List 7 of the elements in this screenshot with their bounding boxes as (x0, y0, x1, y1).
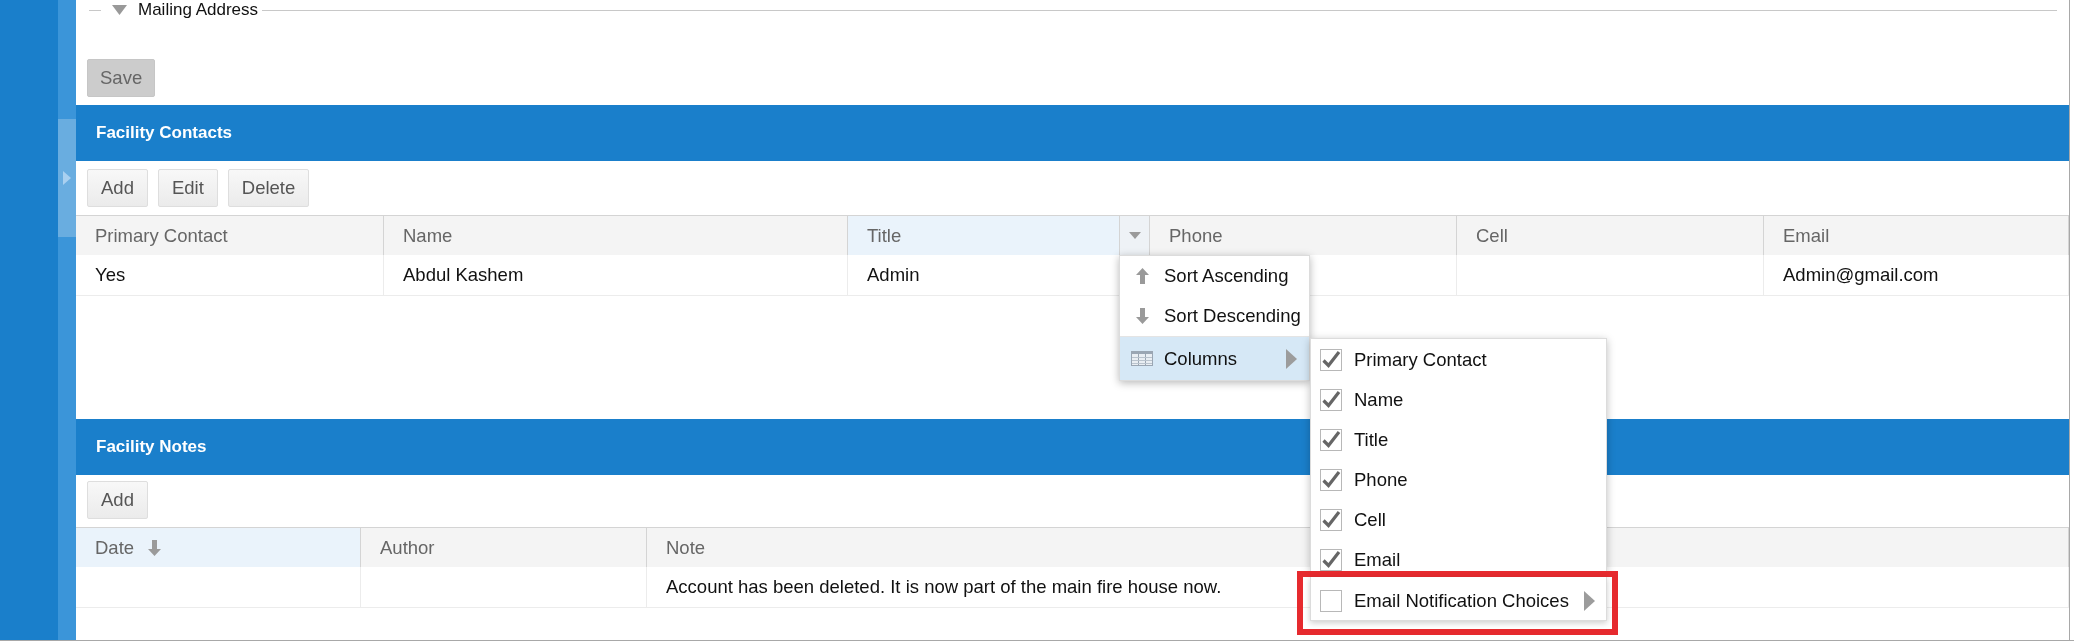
table-cell: Account has been deleted. It is now part of the main fire house now. (666, 576, 1222, 598)
table-cell: Admin (867, 264, 920, 286)
table-cell: Yes (95, 264, 126, 286)
fieldset-legend: Mailing Address (138, 0, 258, 20)
table-cell: Admin@gmail.com (1783, 264, 1939, 286)
table-cell: Abdul Kashem (403, 264, 524, 286)
panel-header: Facility Contacts (76, 105, 2069, 161)
